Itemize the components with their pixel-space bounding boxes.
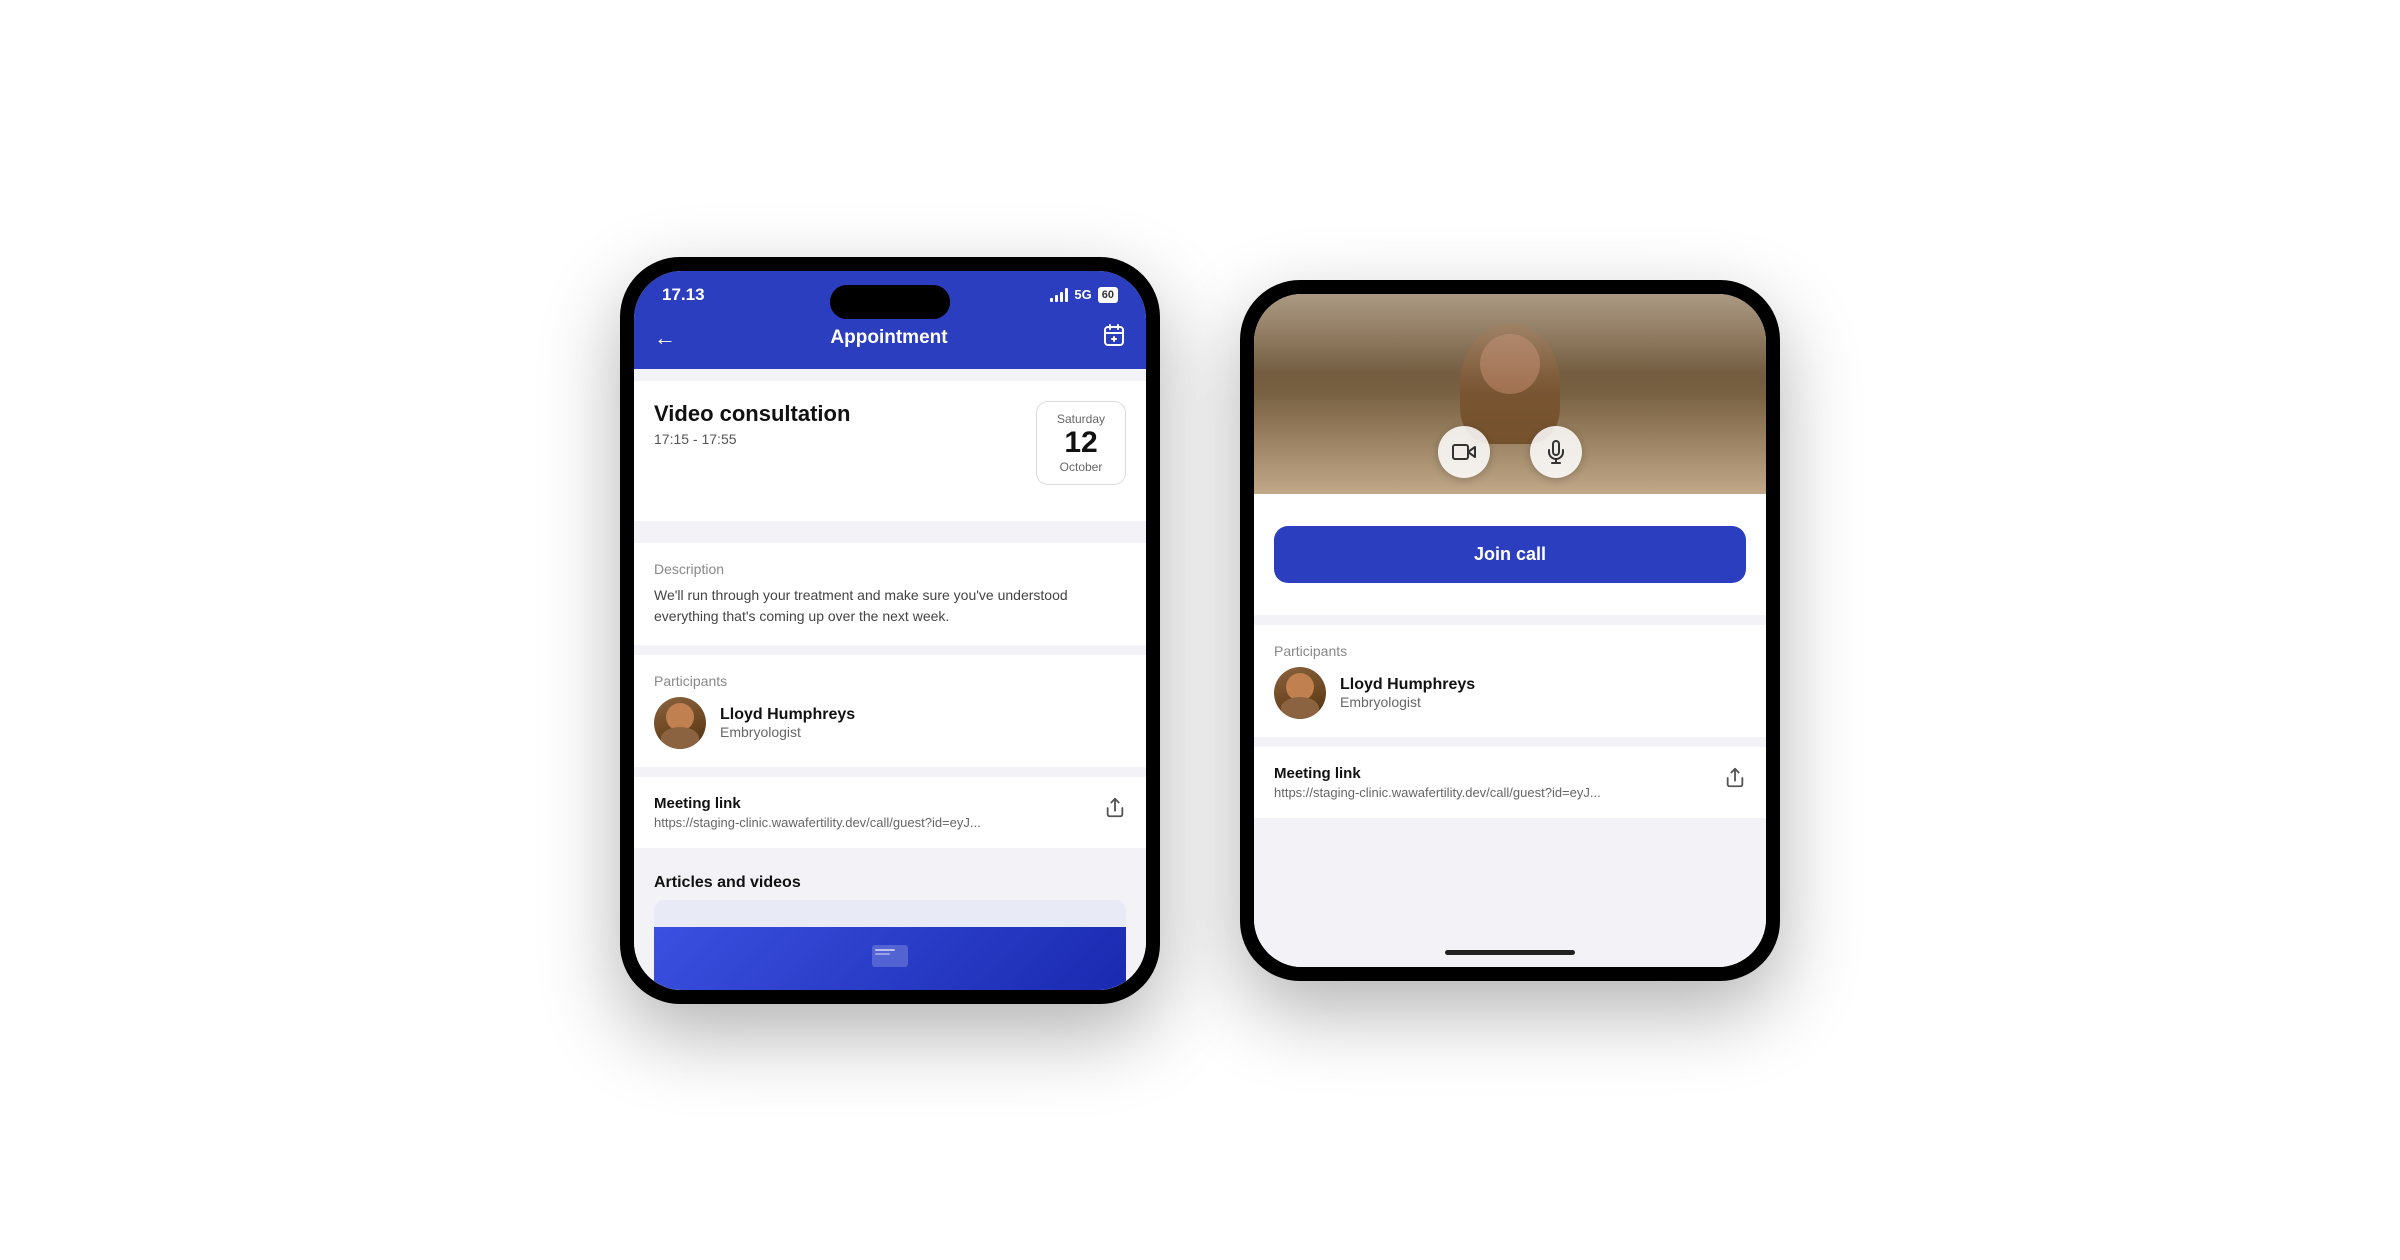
description-text: We'll run through your treatment and mak… bbox=[654, 585, 1126, 627]
meeting-link-text-1: Meeting link https://staging-clinic.wawa… bbox=[654, 795, 981, 830]
meeting-link-section-2: Meeting link https://staging-clinic.wawa… bbox=[1254, 747, 1766, 818]
avatar-2 bbox=[1274, 667, 1326, 719]
article-thumbnail[interactable] bbox=[654, 900, 1126, 990]
join-call-button[interactable]: Join call bbox=[1274, 526, 1746, 583]
bottom-spacer bbox=[1254, 818, 1766, 938]
appointment-card: Video consultation 17:15 - 17:55 Saturda… bbox=[634, 381, 1146, 521]
description-section: Description We'll run through your treat… bbox=[634, 543, 1146, 645]
nav-bar-1: ← Appointment bbox=[634, 313, 1146, 369]
articles-label: Articles and videos bbox=[634, 858, 1146, 900]
meeting-link-label-1: Meeting link bbox=[654, 795, 981, 812]
home-bar bbox=[1445, 950, 1575, 955]
participants-section-2: Participants Lloyd Humphreys Embryologis… bbox=[1254, 625, 1766, 737]
mic-button[interactable] bbox=[1530, 426, 1582, 478]
date-box: Saturday 12 October bbox=[1036, 401, 1126, 485]
appointment-info: Video consultation 17:15 - 17:55 bbox=[654, 401, 850, 447]
participants-label-1: Participants bbox=[654, 673, 1126, 689]
meeting-link-url-2[interactable]: https://staging-clinic.wawafertility.dev… bbox=[1274, 785, 1601, 800]
battery-icon: 60 bbox=[1098, 287, 1118, 303]
meeting-link-text-2: Meeting link https://staging-clinic.wawa… bbox=[1274, 765, 1601, 800]
participants-section-1: Participants Lloyd Humphreys Embryologis… bbox=[634, 655, 1146, 767]
participant-role-2: Embryologist bbox=[1340, 694, 1475, 710]
appointment-title: Video consultation bbox=[654, 401, 850, 427]
phone-1: 17.13 5G 60 ← Appointment bbox=[620, 257, 1160, 1004]
participant-info-2: Lloyd Humphreys Embryologist bbox=[1340, 676, 1475, 710]
participant-info-1: Lloyd Humphreys Embryologist bbox=[720, 706, 855, 740]
home-indicator-2 bbox=[1254, 938, 1766, 967]
meeting-link-url-1[interactable]: https://staging-clinic.wawafertility.dev… bbox=[654, 815, 981, 830]
date-month: October bbox=[1053, 460, 1109, 474]
calendar-add-icon[interactable] bbox=[1102, 323, 1126, 353]
description-label: Description bbox=[654, 561, 1126, 577]
phone-content-1: Video consultation 17:15 - 17:55 Saturda… bbox=[634, 369, 1146, 990]
date-day-num: 12 bbox=[1053, 428, 1109, 458]
appointment-header: Video consultation 17:15 - 17:55 Saturda… bbox=[654, 401, 1126, 485]
video-controls bbox=[1438, 426, 1582, 478]
articles-section: Articles and videos bbox=[634, 858, 1146, 990]
status-bar-1: 17.13 5G 60 bbox=[634, 271, 1146, 313]
participant-role-1: Embryologist bbox=[720, 724, 855, 740]
participant-name-2: Lloyd Humphreys bbox=[1340, 676, 1475, 694]
meeting-link-label-2: Meeting link bbox=[1274, 765, 1601, 782]
network-label: 5G bbox=[1074, 287, 1091, 302]
status-time: 17.13 bbox=[662, 285, 705, 305]
participants-label-2: Participants bbox=[1274, 643, 1746, 659]
appointment-time: 17:15 - 17:55 bbox=[654, 431, 850, 447]
status-icons: 5G 60 bbox=[1050, 287, 1118, 303]
back-button[interactable]: ← bbox=[654, 325, 676, 351]
signal-icon bbox=[1050, 288, 1068, 302]
nav-title: Appointment bbox=[830, 327, 947, 349]
article-thumb-inner bbox=[654, 927, 1126, 990]
meeting-link-row-1: Meeting link https://staging-clinic.wawa… bbox=[654, 795, 1126, 830]
meeting-link-section-1: Meeting link https://staging-clinic.wawa… bbox=[634, 777, 1146, 848]
camera-button[interactable] bbox=[1438, 426, 1490, 478]
participant-name-1: Lloyd Humphreys bbox=[720, 706, 855, 724]
video-preview bbox=[1254, 294, 1766, 494]
phone-2: Join call Participants Lloyd Humphreys E… bbox=[1240, 280, 1780, 981]
date-day-name: Saturday bbox=[1053, 412, 1109, 426]
avatar-1 bbox=[654, 697, 706, 749]
participant-row-2: Lloyd Humphreys Embryologist bbox=[1274, 667, 1746, 719]
meeting-link-row-2: Meeting link https://staging-clinic.wawa… bbox=[1274, 765, 1746, 800]
share-icon-2[interactable] bbox=[1724, 767, 1746, 795]
phone2-content: Join call bbox=[1254, 494, 1766, 615]
participant-row-1: Lloyd Humphreys Embryologist bbox=[654, 697, 1126, 749]
share-icon-1[interactable] bbox=[1104, 797, 1126, 825]
